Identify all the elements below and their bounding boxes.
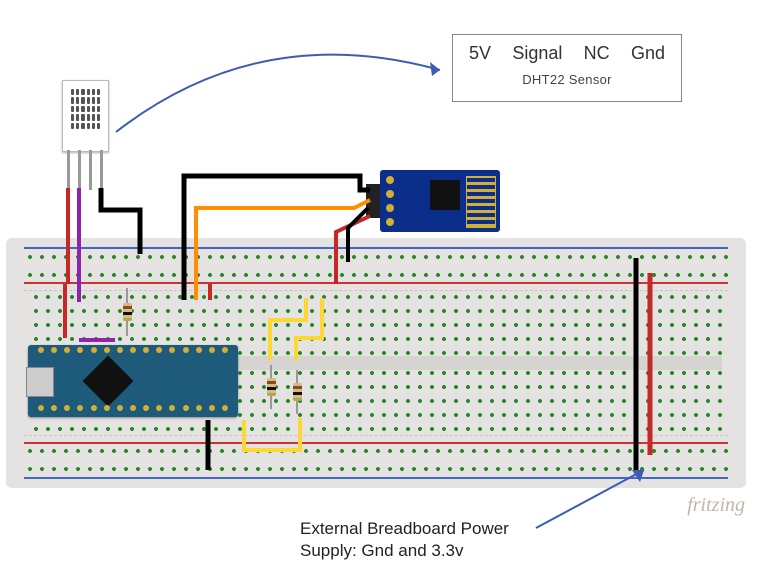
esp-soc-chip <box>430 180 460 210</box>
top-rail-vcc-line <box>24 282 728 284</box>
dht22-pins <box>62 150 107 190</box>
bottom-rail-gnd-line <box>24 477 728 479</box>
nano-atmega-chip <box>83 356 134 407</box>
external-power-caption: External Breadboard Power Supply: Gnd an… <box>300 518 509 562</box>
pin-1-label: 5V <box>469 43 491 64</box>
pin-4-label: Gnd <box>631 43 665 64</box>
esp8266-module <box>380 170 500 232</box>
resistor-divider-2 <box>292 370 302 414</box>
dht22-vent-grid <box>71 89 100 129</box>
nano-pins-bottom <box>38 405 228 415</box>
caption-line-1: External Breadboard Power <box>300 519 509 538</box>
esp-header-pins <box>366 184 380 218</box>
dht22-pinout-box: 5V Signal NC Gnd DHT22 Sensor <box>452 34 682 102</box>
pin-3-label: NC <box>584 43 610 64</box>
fritzing-wiring-diagram: 5V Signal NC Gnd DHT22 Sensor <box>0 0 757 572</box>
pin-2-label: Signal <box>512 43 562 64</box>
dht22-pinout-row: 5V Signal NC Gnd <box>465 43 669 64</box>
esp-pcb-antenna <box>466 176 496 228</box>
esp-smd-pads <box>386 176 394 226</box>
top-rail-vcc <box>24 260 728 291</box>
nano-usb-port <box>26 367 54 397</box>
bottom-rail-gnd <box>24 454 728 484</box>
arrow-dht-to-pinout <box>110 40 460 140</box>
resistor-divider-1 <box>266 365 276 409</box>
caption-line-2: Supply: Gnd and 3.3v <box>300 541 464 560</box>
arduino-nano <box>28 345 238 417</box>
nano-pins-top <box>38 347 228 357</box>
dht22-pinout-caption: DHT22 Sensor <box>465 72 669 87</box>
fritzing-watermark: fritzing <box>687 494 745 517</box>
dht22-sensor <box>62 80 109 152</box>
resistor-pullup-dht <box>122 288 132 336</box>
